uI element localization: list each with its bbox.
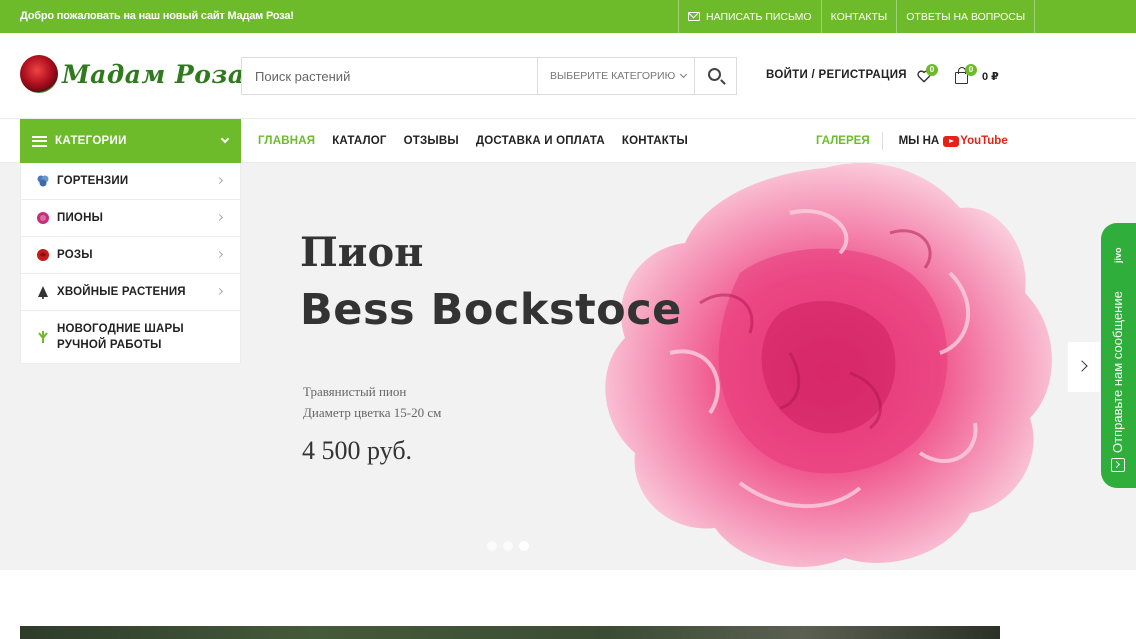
- search-icon: [708, 68, 721, 81]
- youtube-prefix: МЫ НА: [898, 135, 940, 147]
- main-menu: ГЛАВНАЯ КАТАЛОГ ОТЗЫВЫ ДОСТАВКА И ОПЛАТА…: [258, 119, 705, 163]
- write-letter-label: НАПИСАТЬ ПИСЬМО: [706, 10, 812, 23]
- hero-title-line1: Пион: [300, 229, 424, 276]
- chevron-down-icon: [220, 134, 230, 144]
- wishlist-button[interactable]: 0: [915, 64, 938, 85]
- wishlist-count-badge: 0: [926, 64, 938, 76]
- menu-item-home[interactable]: ГЛАВНАЯ: [258, 135, 315, 147]
- login-register-link[interactable]: ВОЙТИ / РЕГИСТРАЦИЯ: [766, 69, 907, 81]
- hero-price: 4 500 руб.: [302, 436, 413, 465]
- jivo-chat-tab[interactable]: jivo Отправьте нам сообщение: [1101, 223, 1136, 488]
- chevron-right-icon: [215, 213, 224, 222]
- slider-next-button[interactable]: [1068, 342, 1100, 392]
- top-links: НАПИСАТЬ ПИСЬМО КОНТАКТЫ ОТВЕТЫ НА ВОПРО…: [678, 0, 1036, 33]
- category-label: ГОРТЕНЗИИ: [57, 175, 129, 187]
- youtube-logo: YouTube: [943, 135, 1008, 147]
- youtube-play-icon: [943, 135, 960, 147]
- chevron-right-icon: [215, 250, 224, 259]
- category-select[interactable]: ВЫБЕРИТЕ КАТЕГОРИЮ: [537, 58, 694, 94]
- chevron-right-icon: [215, 287, 224, 296]
- main-nav: КАТЕГОРИИ ГЛАВНАЯ КАТАЛОГ ОТЗЫВЫ ДОСТАВК…: [0, 119, 1136, 163]
- category-label: ХВОЙНЫЕ РАСТЕНИЯ: [57, 286, 186, 298]
- top-bar: Добро пожаловать на наш новый сайт Мадам…: [0, 0, 1136, 33]
- menu-item-catalog[interactable]: КАТАЛОГ: [332, 135, 386, 147]
- nav-right: ГАЛЕРЕЯ МЫ НА YouTube: [816, 119, 1008, 163]
- header: Мадам Роза ВЫБЕРИТЕ КАТЕГОРИЮ ВОЙТИ / РЕ…: [0, 33, 1136, 119]
- hero-title-line2: Bess Bockstoce: [300, 285, 682, 335]
- cart-total[interactable]: 0 ₽: [982, 70, 999, 83]
- slider-dots: [487, 541, 535, 551]
- hero-description-2: Диаметр цветка 15-20 см: [303, 405, 442, 420]
- categories-button[interactable]: КАТЕГОРИИ: [20, 119, 241, 163]
- jivo-label: Отправьте нам сообщение: [1110, 291, 1125, 453]
- youtube-link[interactable]: МЫ НА YouTube: [899, 135, 1008, 147]
- peony-image: [605, 163, 1052, 567]
- chevron-down-icon: [680, 70, 688, 79]
- slider-dot[interactable]: [487, 541, 497, 551]
- search-input[interactable]: [242, 58, 537, 94]
- category-label: РОЗЫ: [57, 249, 93, 261]
- rose-icon: [37, 249, 49, 261]
- hero-description-1: Травянистый пион: [303, 384, 407, 399]
- category-label: НОВОГОДНИЕ ШАРЫ РУЧНОЙ РАБОТЫ: [57, 323, 184, 351]
- youtube-label: YouTube: [960, 135, 1008, 147]
- menu-icon: [32, 135, 47, 147]
- category-item-hydrangeas[interactable]: ГОРТЕНЗИИ: [21, 163, 240, 200]
- logo[interactable]: Мадам Роза: [20, 55, 245, 93]
- peony-icon: [37, 212, 49, 224]
- menu-item-delivery[interactable]: ДОСТАВКА И ОПЛАТА: [476, 135, 605, 147]
- welcome-text: Добро пожаловать на наш новый сайт Мадам…: [20, 10, 294, 22]
- contacts-top-link[interactable]: КОНТАКТЫ: [820, 0, 897, 33]
- hydrangea-icon: [37, 175, 49, 187]
- category-select-label: ВЫБЕРИТЕ КАТЕГОРИЮ: [550, 70, 676, 82]
- slider-dot[interactable]: [503, 541, 513, 551]
- category-item-christmas-balls[interactable]: НОВОГОДНИЕ ШАРЫ РУЧНОЙ РАБОТЫ: [21, 311, 240, 363]
- conifer-icon: [38, 286, 48, 299]
- search-button[interactable]: [694, 58, 736, 94]
- mail-icon: [688, 12, 700, 21]
- write-letter-link[interactable]: НАПИСАТЬ ПИСЬМО: [678, 0, 821, 33]
- faq-link[interactable]: ОТВЕТЫ НА ВОПРОСЫ: [896, 0, 1036, 33]
- cart-button[interactable]: 0: [953, 64, 977, 86]
- category-item-peonies[interactable]: ПИОНЫ: [21, 200, 240, 237]
- cart-count-badge: 0: [965, 64, 977, 76]
- chevron-right-icon: [215, 176, 224, 185]
- category-item-conifers[interactable]: ХВОЙНЫЕ РАСТЕНИЯ: [21, 274, 240, 311]
- jivo-logo: jivo: [1113, 247, 1123, 263]
- categories-label: КАТЕГОРИИ: [55, 135, 127, 147]
- categories-dropdown: ГОРТЕНЗИИ ПИОНЫ РОЗЫ ХВОЙНЫЕ РАСТЕНИЯ НО…: [20, 163, 241, 364]
- menu-item-reviews[interactable]: ОТЗЫВЫ: [404, 135, 459, 147]
- brand-name: Мадам Роза: [62, 59, 245, 89]
- search-bar: ВЫБЕРИТЕ КАТЕГОРИЮ: [241, 57, 737, 95]
- sprout-icon: [38, 331, 48, 343]
- gallery-link[interactable]: ГАЛЕРЕЯ: [816, 132, 883, 150]
- category-label: ПИОНЫ: [57, 212, 104, 224]
- rose-logo-icon: [20, 55, 58, 93]
- category-item-roses[interactable]: РОЗЫ: [21, 237, 240, 274]
- banner-image: [20, 626, 1000, 639]
- send-message-icon: [1111, 458, 1125, 472]
- menu-item-contacts[interactable]: КОНТАКТЫ: [622, 135, 688, 147]
- slider-dot-active[interactable]: [519, 541, 529, 551]
